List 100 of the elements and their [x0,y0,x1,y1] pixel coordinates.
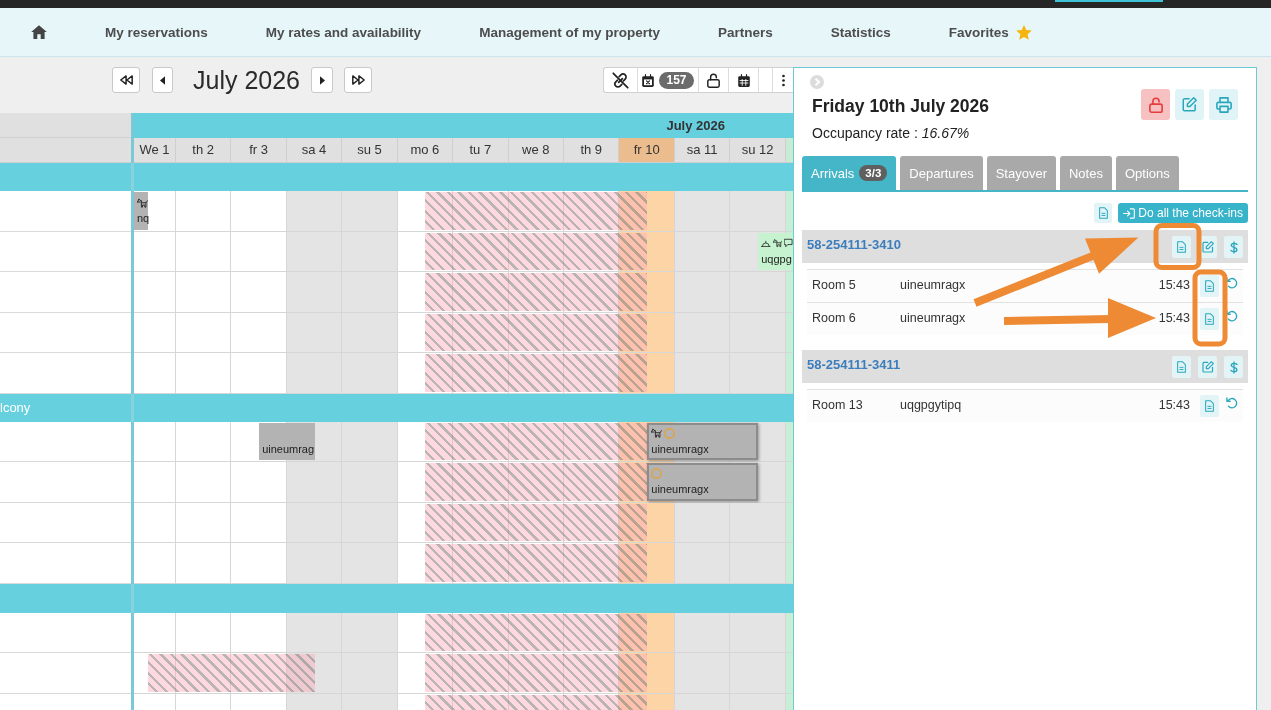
ring-icon [651,468,663,479]
calendar-cell [134,612,176,653]
document-icon [1205,400,1214,412]
calendar-cell [231,272,287,313]
edit-button[interactable] [1175,89,1204,120]
calendar-x-icon [642,73,655,87]
edit-button[interactable] [1198,356,1217,378]
nav-link[interactable]: Statistics [830,24,891,40]
last-page-button[interactable] [344,67,373,93]
room-name: Room 6 [812,311,857,325]
booking-bar[interactable]: uineumrag [259,422,315,460]
day-header[interactable]: we 8 [508,138,564,163]
guest-name: uqgpg [761,252,793,266]
calendar-cell [134,462,176,503]
calendar-icon [737,73,750,87]
calendar-cell [175,421,232,462]
calendar-cell [397,612,454,653]
calendar-cell [730,272,786,313]
edit-icon [1182,97,1197,112]
sign-in-icon [1123,207,1136,219]
calendar-cell [730,312,786,353]
arrival-time: 15:43 [1158,311,1190,325]
document-icon [1205,313,1214,325]
previous-button[interactable] [152,67,173,93]
day-header[interactable]: fr 3 [231,138,287,163]
calendar-cell [134,272,176,313]
undo-icon[interactable] [1226,310,1238,322]
day-header[interactable]: su 5 [342,138,398,163]
room-type-name: lcony [0,399,31,415]
nav-link[interactable]: Favorites [948,24,1032,40]
calendar-cell [342,502,398,543]
document-button[interactable] [1172,356,1191,378]
calendar-cell [453,462,509,503]
calendar-cell [674,272,731,313]
calendar-cell [397,272,454,313]
calendar-cell [134,543,176,584]
next-button[interactable] [311,67,334,93]
calendar-cell [231,462,287,503]
nav-link[interactable]: Partners [717,24,773,40]
calendar-cell [231,543,287,584]
print-button[interactable] [1209,89,1238,120]
booking-bar[interactable]: nq [134,192,149,230]
day-header[interactable]: sa 4 [286,138,343,163]
calendar-cell [674,612,731,653]
day-header[interactable]: su 12 [730,138,786,163]
panel-title: Friday 10th July 2026 [812,95,990,117]
calendar-cell [286,312,343,353]
caret-left-icon [160,75,165,85]
room-name: Room 13 [812,398,864,412]
document-button[interactable] [1094,203,1113,223]
day-header[interactable]: th 9 [564,138,620,163]
calendar-cell [453,231,509,272]
calendar-cell [508,543,564,584]
room-name: Room 5 [812,278,857,292]
tab[interactable]: Arrivals 3/3 [802,156,897,190]
booking-bar[interactable]: uineumragx [647,422,759,460]
calendar-cell [134,353,176,394]
calendar-cell [619,312,675,353]
calendar-cell [231,653,287,694]
document-button[interactable] [1200,395,1219,417]
document-button[interactable] [1172,236,1191,258]
calendar-cell [231,231,287,272]
booking-bar[interactable]: uqgpg [758,232,793,270]
arrival-time: 15:43 [1158,398,1190,412]
home-link[interactable] [31,25,47,39]
calendar-cell [342,653,398,694]
day-header[interactable]: sa 11 [674,138,731,163]
calendar-cell [397,543,454,584]
document-button[interactable] [1200,275,1219,297]
nav-link[interactable]: My rates and availability [265,24,422,40]
day-header[interactable]: tu 7 [453,138,509,163]
first-page-button[interactable] [112,67,140,93]
undo-icon[interactable] [1226,397,1238,409]
document-button[interactable] [1200,308,1219,330]
day-header[interactable]: fr 10 [619,138,675,163]
calendar-cell [453,421,509,462]
calendar-cell [730,543,786,584]
payment-button[interactable] [1224,236,1243,258]
day-header[interactable]: mo 6 [397,138,454,163]
calendar-cell [730,653,786,694]
guest-name: uqgpgytipq [900,398,962,412]
day-header[interactable]: We 1 [134,138,176,163]
calendar-cell [342,231,398,272]
day-header[interactable]: th 2 [175,138,232,163]
count-badge: 3/3 [859,165,888,181]
calendar-cell [674,312,731,353]
calendar-cell [342,462,398,503]
calendar-cell [564,653,620,694]
chevron-right-icon[interactable] [810,75,824,89]
undo-icon[interactable] [1226,277,1238,289]
speech-bubble-icon [784,238,793,248]
calendar-x-button[interactable]: 157 [637,68,698,92]
nav-link[interactable]: My reservations [105,24,208,40]
payment-button[interactable] [1224,356,1243,378]
nav-link[interactable]: Management of my property [479,24,660,40]
calendar-cell [342,543,398,584]
calendar-cell [342,612,398,653]
calendar-cell [175,312,232,353]
calendar-cell [286,462,343,503]
dollar-icon [1229,360,1238,374]
